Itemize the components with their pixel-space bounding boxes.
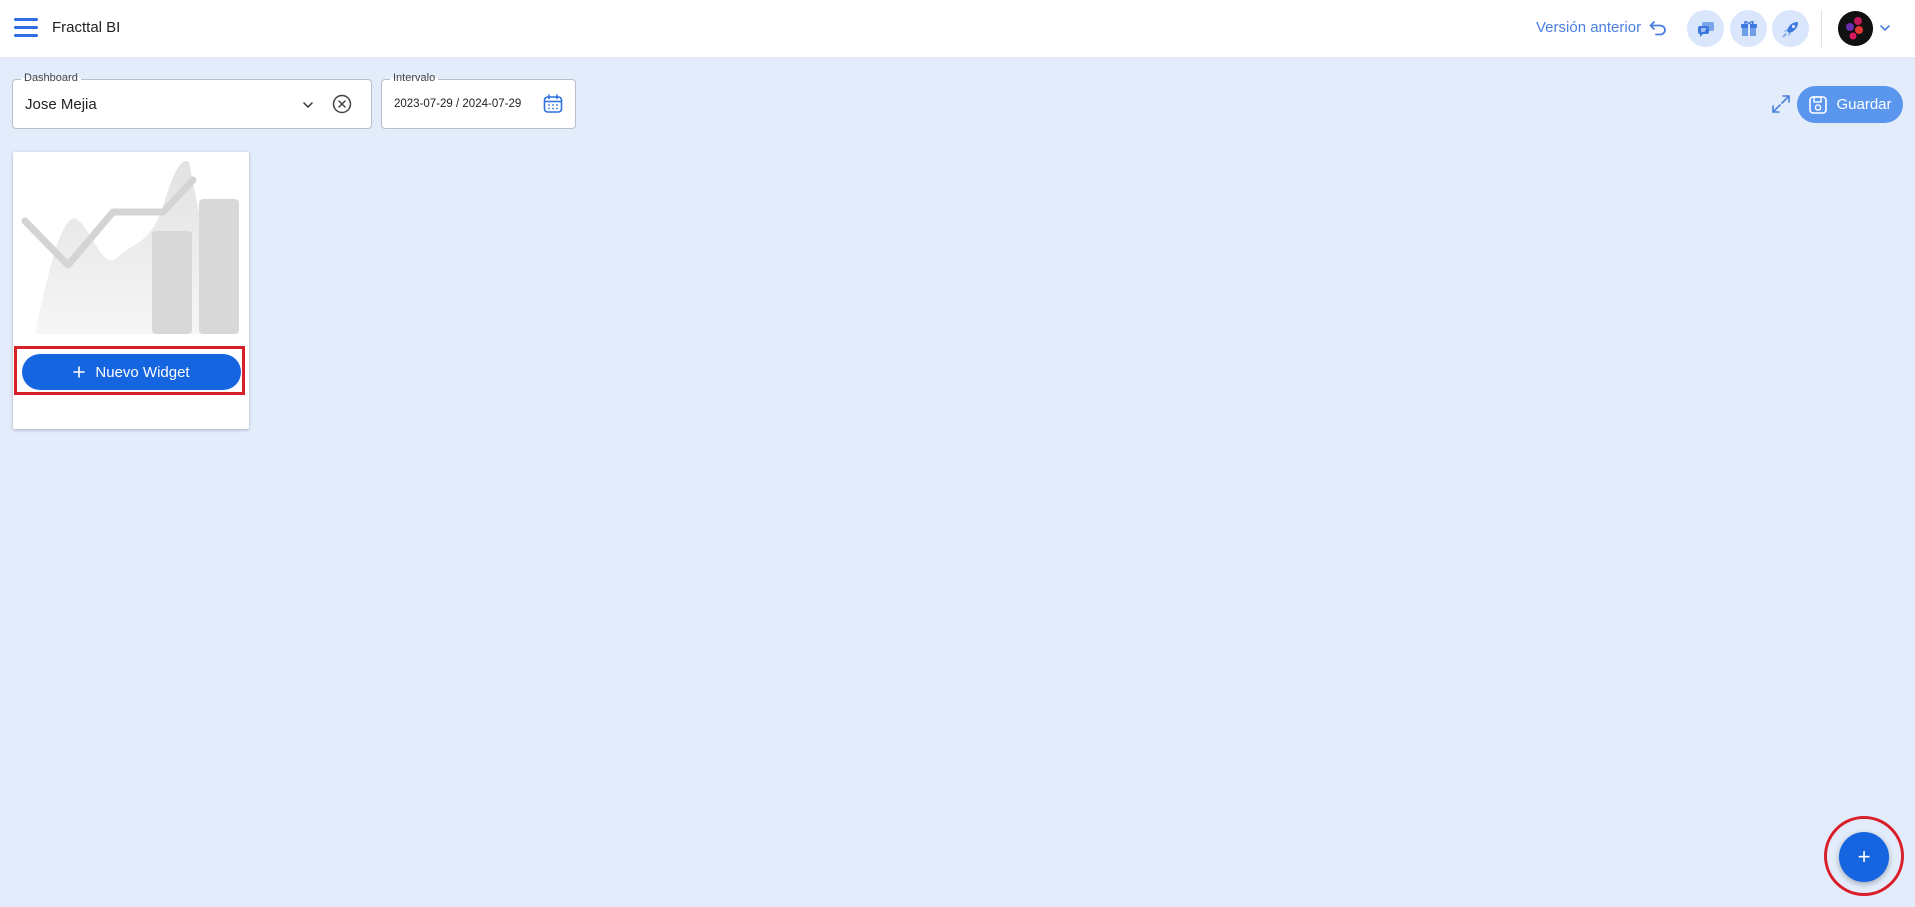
- save-label: Guardar: [1836, 96, 1892, 113]
- expand-icon[interactable]: [1770, 93, 1792, 115]
- dashboard-select[interactable]: Dashboard Jose Mejia: [12, 72, 372, 129]
- previous-version-link[interactable]: Versión anterior: [1536, 19, 1667, 36]
- top-bar: Fracttal BI Versión anterior: [0, 0, 1915, 58]
- undo-icon: [1649, 20, 1666, 35]
- plus-icon: [73, 366, 86, 378]
- rocket-icon[interactable]: [1772, 10, 1809, 47]
- interval-field[interactable]: Intervalo 2023-07-29 / 2024-07-29: [381, 72, 576, 129]
- calendar-icon[interactable]: [542, 93, 564, 115]
- chevron-down-icon[interactable]: [1879, 22, 1891, 34]
- floppy-disk-icon: [1809, 95, 1828, 114]
- dashboard-label: Dashboard: [21, 72, 81, 84]
- chevron-down-icon[interactable]: [301, 98, 315, 112]
- app-title: Fracttal BI: [52, 19, 121, 36]
- chart-placeholder-illustration: [21, 161, 239, 334]
- clear-circle-icon[interactable]: [331, 93, 353, 115]
- previous-version-label: Versión anterior: [1536, 19, 1642, 36]
- header-divider: [1821, 10, 1822, 47]
- plus-icon: +: [1857, 844, 1871, 869]
- dashboard-value: Jose Mejia: [25, 96, 97, 113]
- avatar[interactable]: [1838, 11, 1873, 46]
- save-button[interactable]: Guardar: [1797, 86, 1903, 123]
- gift-box-icon[interactable]: [1730, 10, 1767, 47]
- interval-label: Intervalo: [390, 72, 439, 84]
- new-widget-label: Nuevo Widget: [95, 363, 190, 381]
- chat-bubbles-icon[interactable]: [1687, 10, 1724, 47]
- new-widget-button[interactable]: Nuevo Widget: [22, 354, 241, 390]
- interval-value: 2023-07-29 / 2024-07-29: [394, 98, 522, 110]
- menu-icon[interactable]: [14, 18, 38, 38]
- new-widget-card: Nuevo Widget: [13, 152, 249, 429]
- add-fab-button[interactable]: +: [1839, 832, 1889, 882]
